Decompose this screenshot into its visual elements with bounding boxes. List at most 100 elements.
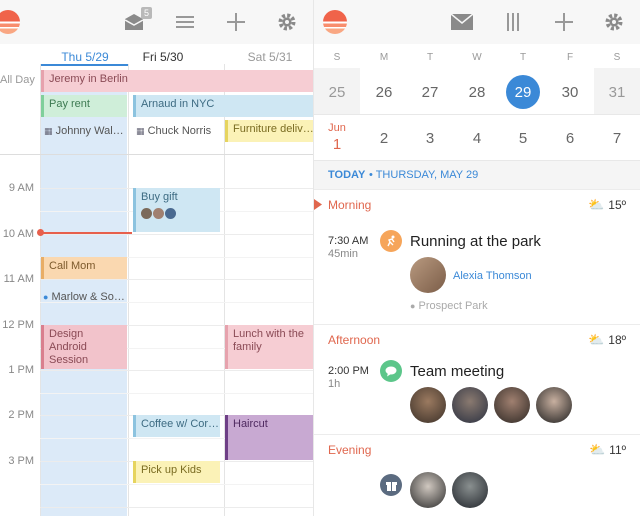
event-call-mom[interactable]: Call Mom <box>41 257 127 279</box>
month-day-27[interactable]: 27 <box>407 84 453 101</box>
weather-evening: ⛅ 11º <box>589 442 626 458</box>
day-header-sat[interactable]: Sat 5/31 <box>225 50 313 64</box>
section-afternoon: Afternoon ⛅ 18º <box>314 324 640 354</box>
hour-line <box>40 370 313 371</box>
month-day-6[interactable]: 6 <box>547 130 593 147</box>
weather-afternoon: ⛅ 18º <box>588 332 626 348</box>
event-johnny-birthday[interactable]: ▦ Johnny Wal… <box>44 125 126 137</box>
event-jeremy-in-berlin[interactable]: Jeremy in Berlin <box>41 70 313 92</box>
month-day-26[interactable]: 26 <box>361 84 407 101</box>
today-indicator <box>40 64 128 66</box>
inbox-badge: 5 <box>140 7 152 19</box>
add-event-button[interactable] <box>550 8 578 36</box>
event-design-android-session[interactable]: Design Android Session <box>41 325 127 369</box>
event-lunch-with-family[interactable]: Lunch with the family <box>225 325 313 369</box>
all-day-divider <box>0 154 313 155</box>
month-day-29-today[interactable]: 29 <box>500 84 546 101</box>
month-day-30[interactable]: 30 <box>547 84 593 101</box>
month-day-7[interactable]: 7 <box>594 130 640 147</box>
mail-icon <box>451 14 473 30</box>
partly-cloudy-icon: ⛅ <box>588 197 605 212</box>
column-divider <box>128 64 129 516</box>
day-header-thu[interactable]: Thu 5/29 <box>40 50 130 64</box>
event-coffee[interactable]: Coffee w/ Cor… <box>133 415 220 437</box>
month-day-4[interactable]: 4 <box>454 130 500 147</box>
event-marlow-and-sons[interactable]: ● Marlow & So… <box>43 291 127 303</box>
settings-button[interactable] <box>600 8 628 36</box>
month-day-3[interactable]: 3 <box>407 130 453 147</box>
weekday-thu: T <box>519 52 527 63</box>
month-agenda-view: S M T W T F S 25 26 27 28 29 30 31 Jun 1… <box>313 0 640 516</box>
partly-cloudy-icon: ⛅ <box>588 332 605 347</box>
agenda-event-running[interactable]: 7:30 AM 45min Running at the park Alexia… <box>314 219 640 324</box>
agenda-event-evening[interactable] <box>314 464 640 516</box>
event-arnaud-in-nyc[interactable]: Arnaud in NYC <box>133 95 313 117</box>
event-time: 7:30 AM <box>328 235 369 247</box>
event-title: Team meeting <box>410 363 505 380</box>
weekday-tue: T <box>426 52 434 63</box>
avatar[interactable] <box>452 472 488 508</box>
agenda-date-header: TODAY • THURSDAY, MAY 29 <box>314 160 640 190</box>
avatar <box>153 207 164 219</box>
event-label: Marlow & So… <box>51 291 125 303</box>
month-day-2[interactable]: 2 <box>361 130 407 147</box>
avatar <box>165 207 176 219</box>
attendee-name[interactable]: Alexia Thomson <box>453 270 532 282</box>
weekday-wed: W <box>472 52 482 63</box>
settings-button[interactable] <box>273 8 301 36</box>
event-chuck-norris-birthday[interactable]: ▦ Chuck Norris <box>136 125 222 137</box>
hour-label-9am: 9 AM <box>8 182 34 194</box>
month-day-25[interactable]: 25 <box>314 84 360 101</box>
inbox-button[interactable]: 5 <box>120 7 152 36</box>
all-day-label: All Day <box>0 74 35 86</box>
gift-icon: ▦ <box>136 126 145 136</box>
week-divider <box>314 114 640 115</box>
hour-label-10am: 10 AM <box>2 228 34 240</box>
avatar[interactable] <box>410 472 446 508</box>
current-time-line <box>40 232 132 234</box>
avatar[interactable] <box>536 387 572 423</box>
menu-button[interactable] <box>171 8 199 36</box>
day-header-fri[interactable]: Fri 5/30 <box>118 50 208 64</box>
event-pick-up-kids[interactable]: Pick up Kids <box>133 461 220 483</box>
event-haircut[interactable]: Haircut <box>225 415 313 460</box>
hour-label-1pm: 1 PM <box>8 364 34 376</box>
month-day-28[interactable]: 28 <box>454 84 500 101</box>
weekday-fri: F <box>566 52 574 63</box>
temperature: 18º <box>608 333 626 347</box>
location-label: Prospect Park <box>418 300 488 312</box>
agenda-event-team-meeting[interactable]: 2:00 PM 1h Team meeting <box>314 354 640 434</box>
add-icon <box>227 13 245 31</box>
agenda-today-label: TODAY <box>328 169 366 181</box>
month-day-1[interactable]: 1 <box>314 136 360 153</box>
section-label: Afternoon <box>328 333 381 347</box>
three-day-view: 5 Thu 5/29 Fri 5/30 Sat 5/31 All Day 9 A… <box>0 0 313 516</box>
event-furniture-delivery[interactable]: Furniture deliv… <box>225 120 313 142</box>
right-toolbar <box>314 0 640 44</box>
avatar <box>141 207 152 219</box>
hour-label-11am: 11 AM <box>3 273 34 285</box>
add-icon <box>555 13 573 31</box>
mail-button[interactable] <box>448 8 476 36</box>
avatar[interactable] <box>410 387 446 423</box>
event-duration: 1h <box>328 378 341 390</box>
sunrise-logo-icon[interactable] <box>321 8 349 36</box>
weekday-mon: M <box>379 52 389 63</box>
sunrise-logo-icon[interactable] <box>0 8 22 36</box>
current-time-dot <box>37 229 44 236</box>
hour-line <box>40 234 313 235</box>
event-buy-gift[interactable]: Buy gift <box>133 188 220 232</box>
event-pay-rent[interactable]: Pay rent <box>41 95 127 117</box>
month-day-31[interactable]: 31 <box>594 84 640 101</box>
section-morning: Morning ⛅ 15º <box>314 189 640 219</box>
event-time: 2:00 PM <box>328 365 369 377</box>
hour-label-12pm: 12 PM <box>2 319 34 331</box>
avatar[interactable] <box>410 257 446 293</box>
avatar[interactable] <box>452 387 488 423</box>
month-day-5[interactable]: 5 <box>500 130 546 147</box>
gift-icon: ▦ <box>44 126 53 136</box>
week-view-button[interactable] <box>499 8 527 36</box>
avatar[interactable] <box>494 387 530 423</box>
add-event-button[interactable] <box>222 8 250 36</box>
temperature: 15º <box>608 198 626 212</box>
